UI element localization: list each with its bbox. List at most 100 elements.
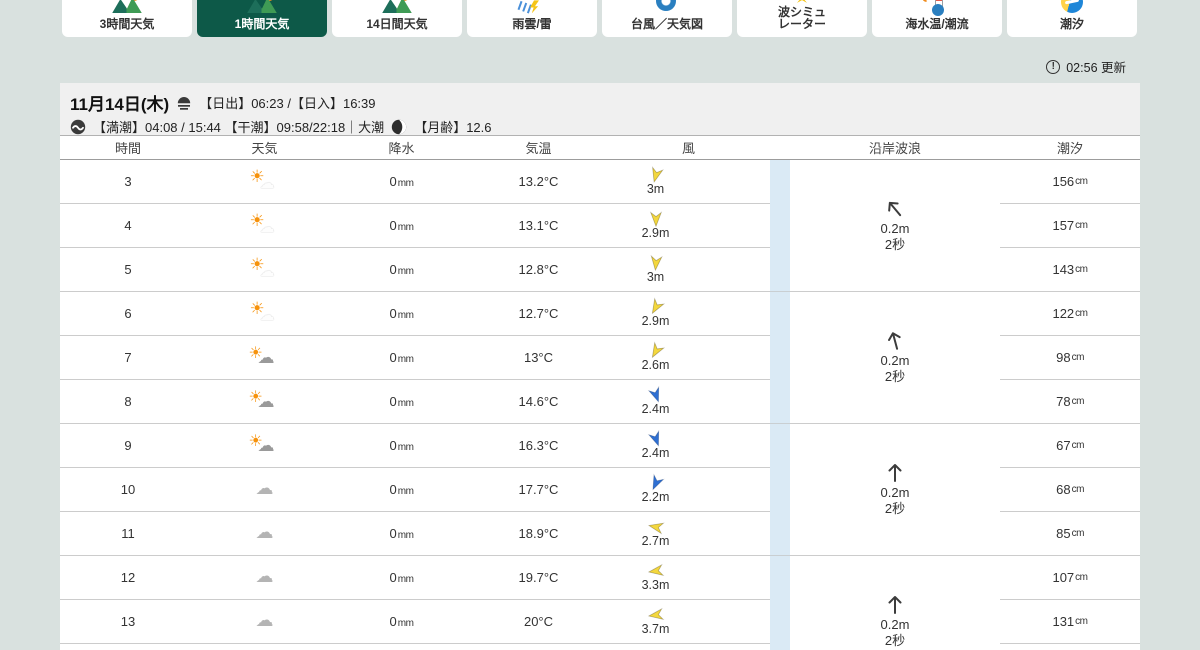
table-row: 6 0mm 12.7°C 2.9m: [60, 292, 770, 336]
wind-cell: 2.9m: [607, 297, 770, 328]
weather-icon: [247, 476, 283, 500]
tab-label: 14日間天気: [366, 17, 428, 32]
col-header-time: 時間: [114, 141, 141, 156]
wind-direction-arrow: [646, 606, 664, 624]
precip-cell: 0mm: [389, 262, 414, 277]
weather-icon: [247, 344, 283, 368]
wind-speed: 2.2m: [641, 490, 670, 504]
wind-cell: 3.7m: [607, 607, 770, 636]
row-clipped-filler: [1000, 644, 1140, 650]
info-icon[interactable]: !: [1046, 59, 1061, 74]
table-row: 4 0mm 13.1°C 2.9m: [60, 204, 770, 248]
tab-1hour-weather[interactable]: 1時間天気: [197, 0, 327, 37]
wind-speed: 3m: [646, 270, 665, 284]
tide-cell: 98 cm: [1000, 336, 1140, 380]
hour-rows-column: 3 0mm 13.2°C 3m 4 0mm 13.1°C: [60, 160, 770, 650]
weather-icon: [247, 212, 283, 236]
temp-cell: 13.1°C: [518, 218, 559, 233]
weather-icon: [247, 300, 283, 324]
wave-period: 2秒: [884, 633, 906, 648]
tide-level-column: 156 cm 157 cm 143 cm 122 cm 98 cm 78 cm 67 cm 6…: [1000, 160, 1140, 650]
tab-3hour-weather[interactable]: 3時間天気: [62, 0, 192, 37]
tide-cell: 68 cm: [1000, 468, 1140, 512]
precip-cell: 0mm: [389, 350, 414, 365]
temp-cell: 14.6°C: [518, 394, 559, 409]
precip-cell: 0mm: [389, 526, 414, 541]
tide-cell: 143 cm: [1000, 248, 1140, 292]
tab-typhoon-chart[interactable]: 台風／天気図: [602, 0, 732, 37]
weather-cell: [196, 212, 333, 239]
table-row: 7 0mm 13°C 2.6m: [60, 336, 770, 380]
rain-lightning-icon: [517, 0, 547, 15]
temp-cell: 17.7°C: [518, 482, 559, 497]
row-clipped-filler: [60, 644, 770, 650]
wave-period: 2秒: [884, 501, 906, 516]
tab-tide[interactable]: 潮汐: [1007, 0, 1137, 37]
wind-speed: 3.3m: [641, 578, 670, 592]
tide-cell: 78 cm: [1000, 380, 1140, 424]
moon-phase-icon: [391, 119, 407, 135]
wave-height: 0.2m: [880, 616, 910, 632]
date-title: 11月14日(木): [70, 95, 170, 114]
precip-cell: 0mm: [389, 394, 414, 409]
weather-cell: [196, 344, 333, 371]
wind-cell: 2.9m: [607, 211, 770, 240]
weather-icon: [247, 564, 283, 588]
col-header-weather: 天気: [251, 141, 278, 156]
wave-height: 0.2m: [880, 484, 910, 500]
hour-cell: 5: [124, 262, 132, 277]
weather-icon: [247, 388, 283, 412]
tide-cell: 156 cm: [1000, 160, 1140, 204]
wave-direction-arrow: [882, 327, 909, 354]
tab-rain-radar[interactable]: 雨雲/雷: [467, 0, 597, 37]
hour-cell: 4: [124, 218, 132, 233]
wind-direction-arrow: [646, 562, 664, 580]
date-header-band: 11月14日(木) 【日出】06:23 /【日入】16:39 【満潮】04:08…: [60, 83, 1140, 135]
wind-cell: 2.4m: [607, 385, 770, 416]
tab-wave-simulator[interactable]: 波シミュ レーター: [737, 0, 867, 37]
tide-cell: 67 cm: [1000, 424, 1140, 468]
table-body: 3 0mm 13.2°C 3m 4 0mm 13.1°C: [60, 160, 1140, 650]
wave-direction-arrow: [884, 462, 906, 484]
temp-cell: 13.2°C: [518, 174, 559, 189]
wave-simulator-icon: [787, 0, 817, 3]
wind-direction-arrow: [648, 211, 664, 228]
wind-cell: 3.3m: [607, 563, 770, 592]
sunrise-icon: [176, 95, 192, 111]
wind-direction-arrow: [647, 254, 664, 272]
hour-cell: 9: [124, 438, 132, 453]
wave-period: 2秒: [884, 237, 906, 252]
tab-label: 雨雲/雷: [512, 17, 552, 32]
tab-sea-temp-current[interactable]: 海水温/潮流: [872, 0, 1002, 37]
mountain-weather-icon: [247, 0, 277, 15]
hour-cell: 6: [124, 306, 132, 321]
weather-icon: [247, 256, 283, 280]
coastal-wave-column: 0.2m 2秒 0.2m 2秒 0.2m 2秒 0.2m 2秒: [790, 160, 1000, 650]
mountain-weather-icon: [112, 0, 142, 15]
wind-cell: 2.7m: [607, 519, 770, 548]
wave-group: 0.2m 2秒: [790, 160, 1000, 292]
hour-cell: 13: [120, 614, 136, 629]
tide-wave-icon: [70, 119, 86, 135]
tide-cell: 122 cm: [1000, 292, 1140, 336]
table-row: 12 0mm 19.7°C 3.3m: [60, 556, 770, 600]
weather-tab-bar: 3時間天気 1時間天気 14日間天気 雨雲/雷 台風／天気図 波シミュ レーター…: [62, 0, 1137, 37]
col-header-precip: 降水: [388, 141, 415, 156]
precip-cell: 0mm: [389, 174, 414, 189]
sunrise-sunset-text: 【日出】06:23 /【日入】16:39: [199, 96, 376, 111]
wind-cell: 3m: [607, 254, 770, 284]
wind-speed: 2.7m: [641, 534, 670, 548]
wind-cell: 2.2m: [607, 473, 770, 504]
wind-direction-arrow: [646, 518, 665, 537]
tide-times-text: 【満潮】04:08 / 15:44 【干潮】09:58/22:18｜大潮: [93, 120, 385, 135]
hour-cell: 12: [120, 570, 136, 585]
weather-cell: [196, 608, 333, 635]
weather-icon: [247, 168, 283, 192]
tide-icon: [1057, 0, 1087, 15]
precip-cell: 0mm: [389, 218, 414, 233]
table-header-row: 時間 天気 降水 気温 風 沿岸波浪 潮汐: [60, 135, 1140, 160]
wind-cell: 2.4m: [607, 429, 770, 460]
tab-14day-weather[interactable]: 14日間天気: [332, 0, 462, 37]
table-row: 9 0mm 16.3°C 2.4m: [60, 424, 770, 468]
hourly-forecast-table: 時間 天気 降水 気温 風 沿岸波浪 潮汐 3 0mm 13.2°C 3m: [60, 135, 1140, 650]
